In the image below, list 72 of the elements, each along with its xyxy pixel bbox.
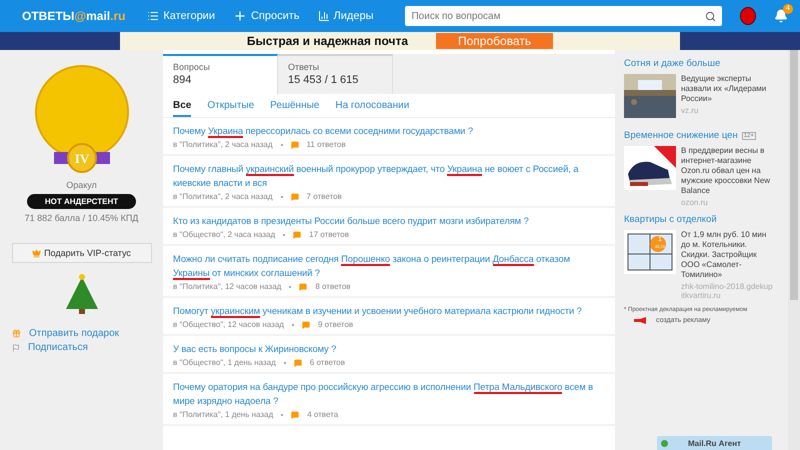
ad-source: zhk-tomilino-2018.gdekupitkvartiru.ru: [681, 282, 774, 300]
stats-label: Вопросы: [173, 62, 211, 72]
gift-icon: [12, 329, 21, 338]
plus-icon: [232, 9, 247, 23]
answer-count: 6 ответов: [310, 358, 346, 367]
answer-count: 4 ответа: [307, 410, 338, 419]
flag-icon: [12, 344, 20, 352]
question-link[interactable]: Почему оратория на бандуре про российскую агрессию в исполнении Петра Мальдивского всем в мире изрядно надоела ?: [173, 380, 605, 408]
ad-source: vz.ru: [681, 106, 700, 115]
stats-label: Ответы: [288, 62, 320, 72]
question-meta: в "Общество", 2 часа назад: [173, 230, 276, 239]
ad-banner[interactable]: Быстрая и надежная почта Попробовать: [120, 32, 680, 50]
avatar[interactable]: [740, 7, 756, 25]
banner-text: Быстрая и надежная почта: [246, 34, 408, 48]
filter-tab[interactable]: Решённые: [270, 100, 320, 117]
bell-icon[interactable]: [774, 9, 788, 23]
comment-icon: [293, 230, 302, 238]
question-meta: в "Политика", 2 часа назад: [173, 140, 273, 149]
comment-icon: [302, 320, 310, 328]
ad-text: В преддверии весны в интернет-магазине Ozon.ru обвал цен на мужские кроссовки New Balance: [681, 146, 772, 196]
comment-icon: [290, 140, 299, 148]
comment-icon: [294, 358, 302, 366]
filter-tab[interactable]: На голосовании: [335, 100, 410, 117]
ad-text: Ведущие эксперты назвали их «Лидерами России»: [681, 74, 768, 104]
question-link[interactable]: Почему Украина перессорилась со всеми соседними государствами ?: [173, 124, 605, 138]
question-meta: в "Общество", 1 день назад: [173, 358, 276, 367]
profile-link[interactable]: Отправить подарок: [12, 328, 120, 339]
answer-count: 8 ответов: [315, 282, 351, 291]
status-label: НОТ АНДЕРСТЕНТ: [26, 194, 136, 209]
crown-icon: [32, 248, 42, 258]
nav-link[interactable]: Спросить: [232, 9, 300, 23]
filter-tab[interactable]: Все: [173, 100, 192, 117]
answer-count: 9 ответов: [318, 320, 354, 329]
logo[interactable]: ОТВЕТЫ@mail.ru: [22, 9, 130, 23]
question-link[interactable]: У вас есть вопросы к Жириновскому ?: [173, 342, 605, 356]
stats-tab[interactable]: Ответы 15 453 / 1 615: [278, 54, 393, 94]
scrollbar-thumb[interactable]: [790, 50, 798, 300]
question-link[interactable]: Помогут украинским ученикам в изучении и усвоении учебного материала кастрюли гидности ?: [173, 304, 605, 318]
question-meta: в "Общество", 12 часов назад: [173, 320, 284, 329]
score-text: 71 882 балла / 10.45% КПД: [24, 213, 138, 223]
question-meta: в "Политика", 2 часа назад: [173, 192, 273, 201]
vip-button[interactable]: Подарить VIP-статус: [12, 243, 152, 263]
question-meta: в "Политика", 12 часов назад: [173, 282, 282, 291]
question-meta: в "Политика", 1 день назад: [173, 410, 274, 419]
bar-chart-icon: [318, 10, 330, 22]
question-link[interactable]: Можно ли считать подписание сегодня Порошенко закона о реинтеграции Донбасса отказом Украины от минских соглашений ?: [173, 252, 605, 280]
search-field[interactable]: Поиск по вопросам: [405, 6, 722, 26]
agent-bar[interactable]: Mail.Ru Агент: [657, 436, 772, 450]
profile-link[interactable]: Подписаться: [12, 342, 88, 353]
question-link[interactable]: Почему главный украинский военный прокурор утверждает, что Украина не воюет с Россией, а киевские власти и вся: [173, 162, 605, 190]
answer-count: 7 ответов: [306, 192, 342, 201]
medal-label: IV: [74, 151, 89, 166]
ad-title[interactable]: Сотня и даже больше: [624, 58, 774, 69]
megaphone-icon: [634, 317, 648, 324]
banner-button[interactable]: Попробовать: [436, 33, 554, 49]
ad-source: ozon.ru: [681, 198, 709, 207]
comment-icon: [299, 282, 308, 290]
question-link[interactable]: Кто из кандидатов в президенты России больше всего пудрит мозги избирателям ?: [173, 214, 605, 228]
stats-tab[interactable]: Вопросы 894: [163, 54, 278, 94]
stats-value: 894: [173, 74, 192, 86]
nav-link[interactable]: Категории: [147, 10, 215, 22]
ad-text: От 1,9 млн руб. 10 мин до м. Котельники. Скидки. Застройщик ООО «Самолет-Томилино»: [681, 230, 768, 280]
search-icon: [704, 10, 716, 22]
rank-label: Оракул: [66, 180, 97, 190]
filter-tab[interactable]: Открытые: [207, 100, 254, 117]
comment-icon: [291, 410, 300, 418]
ad-title[interactable]: Квартиры с отделкой: [624, 214, 774, 225]
comment-icon: [290, 192, 299, 200]
stats-value: 15 453 / 1 615: [288, 74, 360, 86]
answer-count: 17 ответов: [309, 230, 349, 239]
answer-count: 11 ответов: [306, 140, 346, 149]
nav-link[interactable]: Лидеры: [318, 10, 374, 22]
